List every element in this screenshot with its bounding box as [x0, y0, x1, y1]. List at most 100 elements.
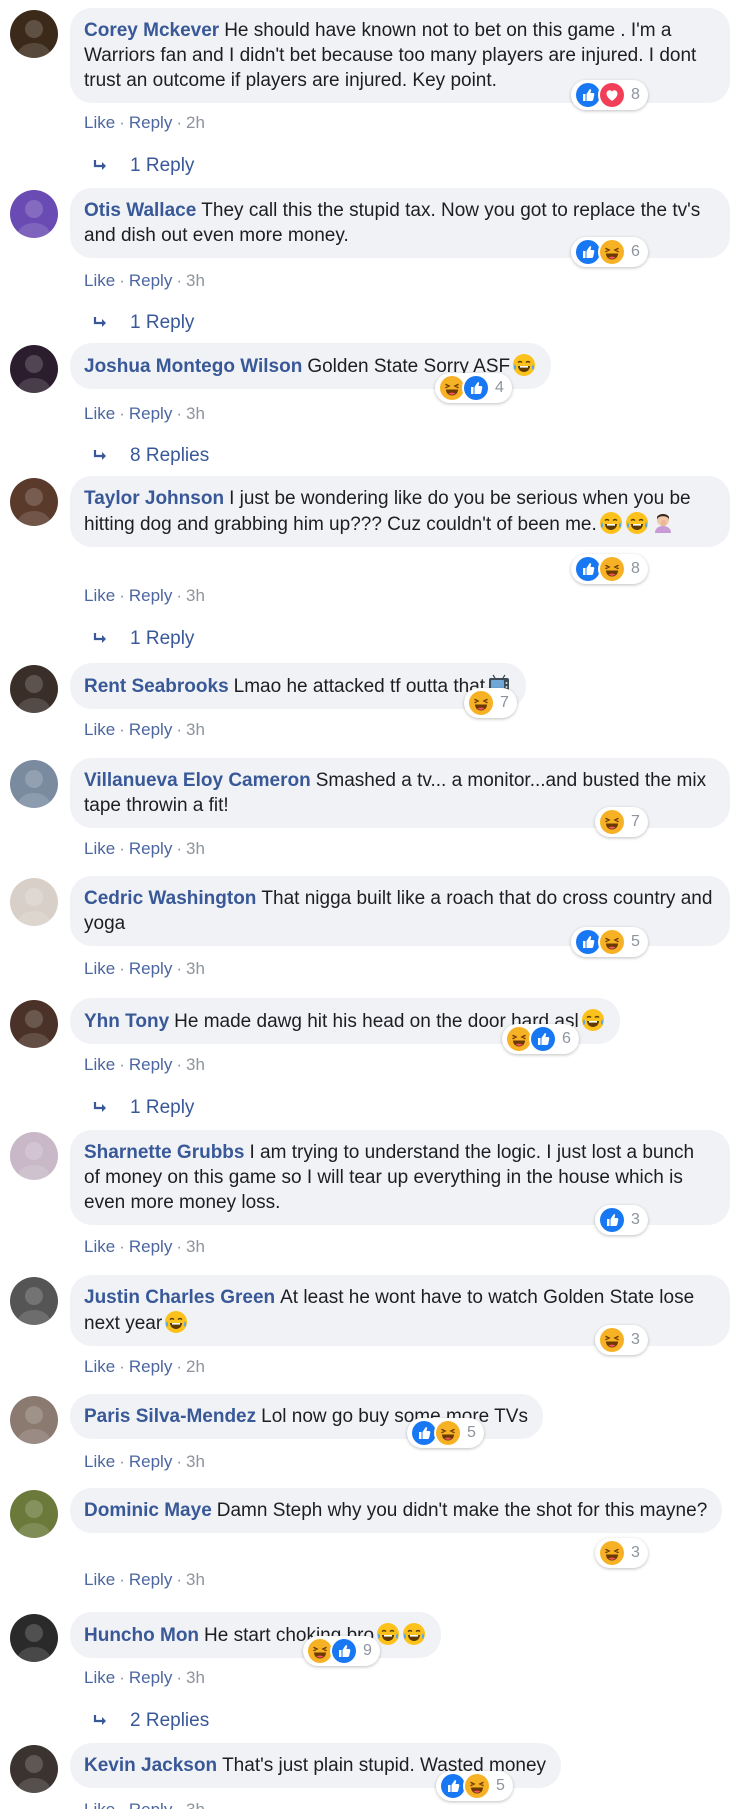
comment-author-link[interactable]: Sharnette Grubbs	[84, 1142, 244, 1163]
reaction-summary[interactable]: 8	[571, 80, 648, 110]
comment-author-link[interactable]: Rent Seabrooks	[84, 676, 229, 697]
reply-link[interactable]: Reply	[129, 404, 172, 423]
like-link[interactable]: Like	[84, 1237, 115, 1256]
avatar-sharnette-grubbs[interactable]	[10, 1132, 58, 1180]
reaction-summary[interactable]: 4	[435, 373, 512, 403]
reaction-summary[interactable]: 7	[595, 807, 648, 837]
comment-timestamp[interactable]: 3h	[186, 1237, 205, 1256]
comment-timestamp[interactable]: 2h	[186, 1357, 205, 1376]
comment-timestamp[interactable]: 3h	[186, 720, 205, 739]
avatar-otis-wallace[interactable]	[10, 190, 58, 238]
comment-actions: Like · Reply · 3h	[84, 1800, 205, 1809]
comment-timestamp[interactable]: 2h	[186, 113, 205, 132]
reaction-summary[interactable]: 3	[595, 1205, 648, 1235]
avatar-corey-mckever[interactable]	[10, 10, 58, 58]
replies-count-label[interactable]: 8 Replies	[130, 445, 209, 467]
reply-link[interactable]: Reply	[129, 1237, 172, 1256]
like-link[interactable]: Like	[84, 720, 115, 739]
view-replies-link[interactable]: 1 Reply	[92, 628, 194, 650]
avatar-paris-silva-mendez[interactable]	[10, 1396, 58, 1444]
reaction-summary[interactable]: 6	[571, 237, 648, 267]
reply-link[interactable]: Reply	[129, 586, 172, 605]
reaction-summary[interactable]: 8	[571, 554, 648, 584]
like-link[interactable]: Like	[84, 1668, 115, 1687]
like-link[interactable]: Like	[84, 271, 115, 290]
reply-link[interactable]: Reply	[129, 1452, 172, 1471]
like-link[interactable]: Like	[84, 1055, 115, 1074]
avatar-cedric-washington[interactable]	[10, 878, 58, 926]
replies-count-label[interactable]: 2 Replies	[130, 1710, 209, 1732]
view-replies-link[interactable]: 1 Reply	[92, 155, 194, 177]
reply-link[interactable]: Reply	[129, 1800, 172, 1809]
reply-arrow-icon	[92, 630, 110, 648]
comment-timestamp[interactable]: 3h	[186, 404, 205, 423]
view-replies-link[interactable]: 2 Replies	[92, 1710, 209, 1732]
separator-dot: ·	[176, 720, 182, 739]
comment-author-link[interactable]: Dominic Maye	[84, 1500, 212, 1521]
like-link[interactable]: Like	[84, 1570, 115, 1589]
reply-link[interactable]: Reply	[129, 959, 172, 978]
replies-count-label[interactable]: 1 Reply	[130, 155, 194, 177]
reply-link[interactable]: Reply	[129, 839, 172, 858]
comment-timestamp[interactable]: 3h	[186, 271, 205, 290]
reaction-summary[interactable]: 5	[571, 927, 648, 957]
reaction-summary[interactable]: 7	[464, 688, 517, 718]
like-link[interactable]: Like	[84, 404, 115, 423]
replies-count-label[interactable]: 1 Reply	[130, 628, 194, 650]
replies-count-label[interactable]: 1 Reply	[130, 312, 194, 334]
avatar-yhn-tony[interactable]	[10, 1000, 58, 1048]
reply-link[interactable]: Reply	[129, 113, 172, 132]
avatar-kevin-jackson[interactable]	[10, 1745, 58, 1793]
avatar-villanueva-eloy-cameron[interactable]	[10, 760, 58, 808]
reaction-summary[interactable]: 5	[407, 1418, 484, 1448]
avatar-huncho-mon[interactable]	[10, 1614, 58, 1662]
reply-link[interactable]: Reply	[129, 1357, 172, 1376]
reply-link[interactable]: Reply	[129, 1055, 172, 1074]
comment-timestamp[interactable]: 3h	[186, 586, 205, 605]
comment-author-link[interactable]: Taylor Johnson	[84, 488, 224, 509]
comment-timestamp[interactable]: 3h	[186, 1800, 205, 1809]
comment-author-link[interactable]: Otis Wallace	[84, 200, 196, 221]
avatar-taylor-johnson[interactable]	[10, 478, 58, 526]
comment-timestamp[interactable]: 3h	[186, 839, 205, 858]
comment-timestamp[interactable]: 3h	[186, 1668, 205, 1687]
like-link[interactable]: Like	[84, 586, 115, 605]
reaction-summary[interactable]: 3	[595, 1538, 648, 1568]
comment-author-link[interactable]: Yhn Tony	[84, 1011, 169, 1032]
avatar-justin-charles-green[interactable]	[10, 1277, 58, 1325]
comment-timestamp[interactable]: 3h	[186, 959, 205, 978]
comment-author-link[interactable]: Villanueva Eloy Cameron	[84, 770, 311, 791]
reply-link[interactable]: Reply	[129, 1668, 172, 1687]
view-replies-link[interactable]: 8 Replies	[92, 445, 209, 467]
like-link[interactable]: Like	[84, 1452, 115, 1471]
reaction-summary[interactable]: 9	[303, 1636, 380, 1666]
view-replies-link[interactable]: 1 Reply	[92, 312, 194, 334]
comment-author-link[interactable]: Huncho Mon	[84, 1625, 199, 1646]
comment-timestamp[interactable]: 3h	[186, 1055, 205, 1074]
reply-link[interactable]: Reply	[129, 720, 172, 739]
avatar-dominic-maye[interactable]	[10, 1490, 58, 1538]
comment-author-link[interactable]: Justin Charles Green	[84, 1287, 275, 1308]
like-link[interactable]: Like	[84, 1800, 115, 1809]
like-link[interactable]: Like	[84, 839, 115, 858]
comment-author-link[interactable]: Cedric Washington	[84, 888, 256, 909]
reaction-summary[interactable]: 5	[436, 1771, 513, 1801]
like-link[interactable]: Like	[84, 959, 115, 978]
reaction-summary[interactable]: 3	[595, 1325, 648, 1355]
replies-count-label[interactable]: 1 Reply	[130, 1097, 194, 1119]
comment-author-link[interactable]: Joshua Montego Wilson	[84, 356, 302, 377]
avatar-rent-seabrooks[interactable]	[10, 665, 58, 713]
comment-author-link[interactable]: Corey Mckever	[84, 20, 219, 41]
reaction-summary[interactable]: 6	[502, 1024, 579, 1054]
avatar-joshua-montego-wilson[interactable]	[10, 345, 58, 393]
reply-link[interactable]: Reply	[129, 1570, 172, 1589]
comment-timestamp[interactable]: 3h	[186, 1452, 205, 1471]
like-link[interactable]: Like	[84, 113, 115, 132]
separator-dot: ·	[176, 113, 182, 132]
view-replies-link[interactable]: 1 Reply	[92, 1097, 194, 1119]
reply-link[interactable]: Reply	[129, 271, 172, 290]
like-link[interactable]: Like	[84, 1357, 115, 1376]
comment-author-link[interactable]: Kevin Jackson	[84, 1755, 217, 1776]
comment-timestamp[interactable]: 3h	[186, 1570, 205, 1589]
comment-author-link[interactable]: Paris Silva-Mendez	[84, 1406, 256, 1427]
